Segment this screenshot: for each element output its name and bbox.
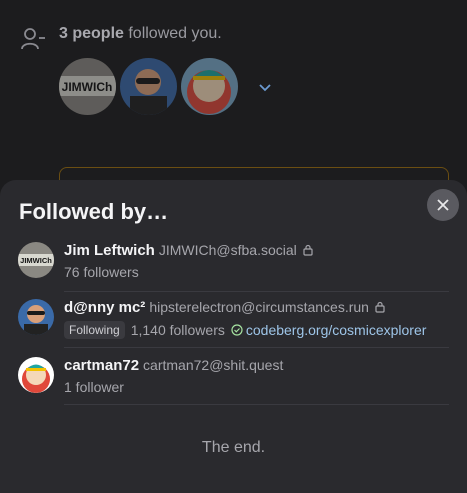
sheet-title: Followed by…: [19, 199, 169, 224]
avatar-logo-text: JIMWICh: [20, 256, 52, 265]
lock-icon: [375, 301, 385, 313]
account-handle: cartman72@shit.quest: [143, 357, 284, 373]
lock-icon: [303, 244, 313, 256]
avatar: [18, 299, 54, 335]
avatar-jim[interactable]: JIMWICh: [59, 58, 116, 115]
person-add-icon: [21, 28, 45, 50]
close-icon: [437, 199, 449, 211]
verified-link[interactable]: codeberg.org/cosmicexplorer: [246, 322, 427, 338]
followers-count: 1 follower: [64, 379, 124, 395]
account-handle: hipsterelectron@circumstances.run: [149, 299, 369, 315]
follower-row[interactable]: JIMWICh Jim Leftwich JIMWICh@sfba.social …: [18, 242, 449, 298]
verified-check-icon: [231, 324, 243, 336]
follower-name-line: Jim Leftwich JIMWICh@sfba.social: [64, 242, 313, 259]
divider: [64, 404, 449, 405]
avatar: [18, 357, 54, 393]
follower-stats: 76 followers: [64, 264, 139, 280]
followed-by-sheet: Followed by… JIMWICh Jim Leftwich JIMWICh…: [0, 180, 467, 493]
notification-action: followed you.: [123, 25, 222, 42]
avatar-logo-text: JIMWICh: [62, 80, 113, 94]
display-name: d@nny mc²: [64, 299, 146, 316]
notification-avatars: JIMWICh: [59, 58, 272, 115]
followers-count: 76 followers: [64, 264, 139, 280]
account-handle: JIMWICh@sfba.social: [158, 242, 297, 258]
follower-stats: Following 1,140 followers codeberg.org/c…: [64, 321, 426, 339]
notification[interactable]: 3 people followed you. JIMWICh: [0, 0, 467, 207]
follower-name-line: d@nny mc² hipsterelectron@circumstances.r…: [64, 299, 385, 316]
avatar-danny[interactable]: [120, 58, 177, 115]
display-name: Jim Leftwich: [64, 242, 155, 259]
display-name: cartman72: [64, 357, 140, 374]
follower-stats: 1 follower: [64, 379, 124, 395]
divider: [64, 347, 449, 348]
close-button[interactable]: [427, 189, 459, 221]
divider: [64, 291, 449, 292]
follower-name-line: cartman72 cartman72@shit.quest: [64, 357, 283, 374]
chevron-down-icon[interactable]: [258, 80, 272, 94]
followers-count: 1,140 followers: [130, 322, 225, 338]
end-of-list-text: The end.: [201, 439, 266, 456]
avatar-cartman[interactable]: [181, 58, 238, 115]
avatar: JIMWICh: [18, 242, 54, 278]
notification-count: 3 people: [59, 25, 124, 42]
notification-text: 3 people followed you.: [59, 25, 222, 43]
following-badge: Following: [64, 321, 125, 339]
